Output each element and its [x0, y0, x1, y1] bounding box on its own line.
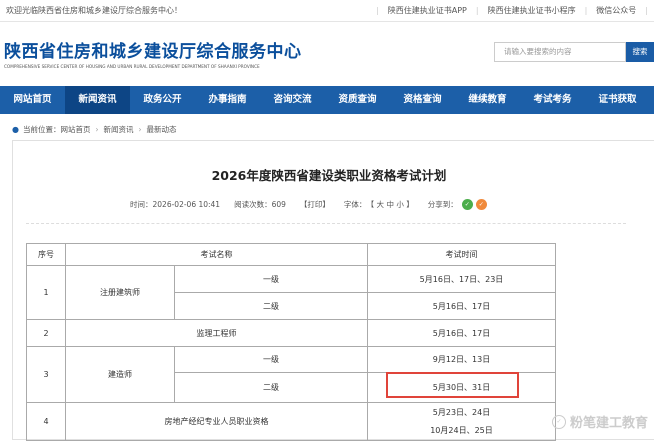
- nav-item[interactable]: 资质查询: [325, 86, 390, 114]
- divider: |: [645, 6, 648, 15]
- exam-name: 监理工程师: [65, 319, 368, 347]
- exam-time: 5月16日、17日: [367, 319, 556, 347]
- font-size-options[interactable]: 【 大 中 小 】: [370, 200, 413, 209]
- exam-name: 建造师: [65, 346, 175, 403]
- nav-item[interactable]: 资格查询: [390, 86, 455, 114]
- views-value: 609: [271, 200, 286, 209]
- exam-level: 一级: [174, 346, 368, 373]
- nav-item[interactable]: 继续教育: [455, 86, 520, 114]
- location-pin-icon: ●: [12, 125, 19, 134]
- table-row: 1 注册建筑师 一级 5月16日、17日、23日: [26, 265, 556, 320]
- top-links: | 陕西住建执业证书APP | 陕西住建执业证书小程序 | 微信公众号 |: [376, 5, 648, 16]
- exam-level: 一级: [174, 265, 368, 293]
- exam-name: 注册建筑师: [65, 265, 175, 320]
- exam-time: 10月24日、25日: [430, 426, 493, 435]
- breadcrumb-news[interactable]: 新闻资讯: [103, 124, 133, 135]
- nav-item[interactable]: 咨询交流: [260, 86, 325, 114]
- views-label: 阅读次数：: [234, 200, 272, 209]
- search-button[interactable]: 搜索: [626, 42, 654, 62]
- breadcrumb-separator-icon: ›: [138, 125, 142, 134]
- nav-item[interactable]: 证书获取: [585, 86, 650, 114]
- nav-item[interactable]: 网站首页: [0, 86, 65, 114]
- exam-schedule-table: 序号 考试名称 考试时间 1 注册建筑师 一级 5月16日、17日、23日 二级…: [26, 243, 556, 441]
- row-no: 2: [26, 319, 66, 347]
- nav-item[interactable]: 政务公开: [130, 86, 195, 114]
- mini-program-link[interactable]: 陕西住建执业证书小程序: [479, 5, 585, 16]
- breadcrumb-home[interactable]: 网站首页: [60, 124, 90, 135]
- exam-time-multi: 5月23日、24日 10月24日、25日: [367, 402, 556, 441]
- search-input[interactable]: 请输入要搜索的内容: [494, 42, 626, 62]
- meta-divider: [26, 223, 626, 224]
- nav-item[interactable]: 新闻资讯: [65, 86, 130, 114]
- wechat-share-icon[interactable]: ✓: [461, 199, 473, 210]
- breadcrumb-latest[interactable]: 最新动态: [146, 124, 176, 135]
- site-logo-subtitle: COMPREHENSIVE SERVICE CENTER OF HOUSING …: [4, 64, 260, 69]
- breadcrumb-separator-icon: ›: [95, 125, 99, 134]
- weibo-share-icon[interactable]: ✓: [475, 199, 487, 210]
- nav-item[interactable]: 办事指南: [195, 86, 260, 114]
- share-label: 分享到：: [427, 200, 458, 209]
- print-link[interactable]: 【打印】: [300, 199, 330, 210]
- exam-time: 5月16日、17日、23日: [367, 265, 556, 293]
- exam-time: 9月12日、13日: [367, 346, 556, 373]
- font-label: 字体：: [343, 200, 367, 209]
- row-no: 4: [26, 402, 66, 441]
- header-exam-name: 考试名称: [65, 243, 368, 266]
- exam-level: 二级: [174, 292, 368, 320]
- top-bar: 欢迎光临陕西省住房和城乡建设厅综合服务中心！ | 陕西住建执业证书APP | 陕…: [0, 0, 654, 22]
- highlight-box: [386, 372, 519, 398]
- exam-name: 房地产经纪专业人员职业资格: [65, 402, 368, 441]
- header-no: 序号: [26, 243, 66, 266]
- view-count: 阅读次数：609: [234, 199, 286, 210]
- table-row: 3 建造师 一级 9月12日、13日: [26, 346, 556, 403]
- table-row: 4 房地产经纪专业人员职业资格 5月23日、24日 10月24日、25日: [26, 402, 556, 441]
- breadcrumb-prefix: 当前位置：: [22, 125, 61, 134]
- header-exam-time: 考试时间: [367, 243, 556, 266]
- main-nav: 网站首页 新闻资讯 政务公开 办事指南 咨询交流 资质查询 资格查询 继续教育 考试考务 证书获取: [0, 86, 654, 114]
- welcome-text: 欢迎光临陕西省住房和城乡建设厅综合服务中心！: [6, 6, 182, 15]
- exam-time: 5月23日、24日: [432, 408, 491, 417]
- breadcrumb: ● 当前位置： 网站首页 › 新闻资讯 › 最新动态: [12, 124, 176, 135]
- article-title: 2026年度陕西省建设类职业资格考试计划: [211, 168, 447, 183]
- exam-level: 二级: [174, 372, 368, 403]
- row-no: 3: [26, 346, 66, 403]
- site-logo-title[interactable]: 陕西省住房和城乡建设厅综合服务中心: [4, 37, 302, 62]
- watermark-text: 粉笔建工教育: [569, 416, 648, 431]
- font-size-control: 字体：【 大 中 小 】: [344, 199, 414, 210]
- watermark: ✓ 粉笔建工教育: [551, 412, 648, 431]
- publish-time: 时间：2026-02-06 10:41: [130, 200, 221, 209]
- nav-item[interactable]: 考试考务: [520, 86, 585, 114]
- wechat-account-link[interactable]: 微信公众号: [587, 5, 645, 16]
- weibo-logo-icon: ✓: [551, 414, 566, 429]
- exam-time: 5月16日、17日: [367, 292, 556, 320]
- row-no: 1: [26, 265, 66, 320]
- table-row: 2 监理工程师 5月16日、17日: [26, 319, 556, 347]
- table-header-row: 序号 考试名称 考试时间: [26, 243, 556, 266]
- article-meta: 时间：2026-02-06 10:41 阅读次数：609 【打印】 字体：【 大…: [130, 199, 490, 210]
- app-link[interactable]: 陕西住建执业证书APP: [379, 5, 476, 16]
